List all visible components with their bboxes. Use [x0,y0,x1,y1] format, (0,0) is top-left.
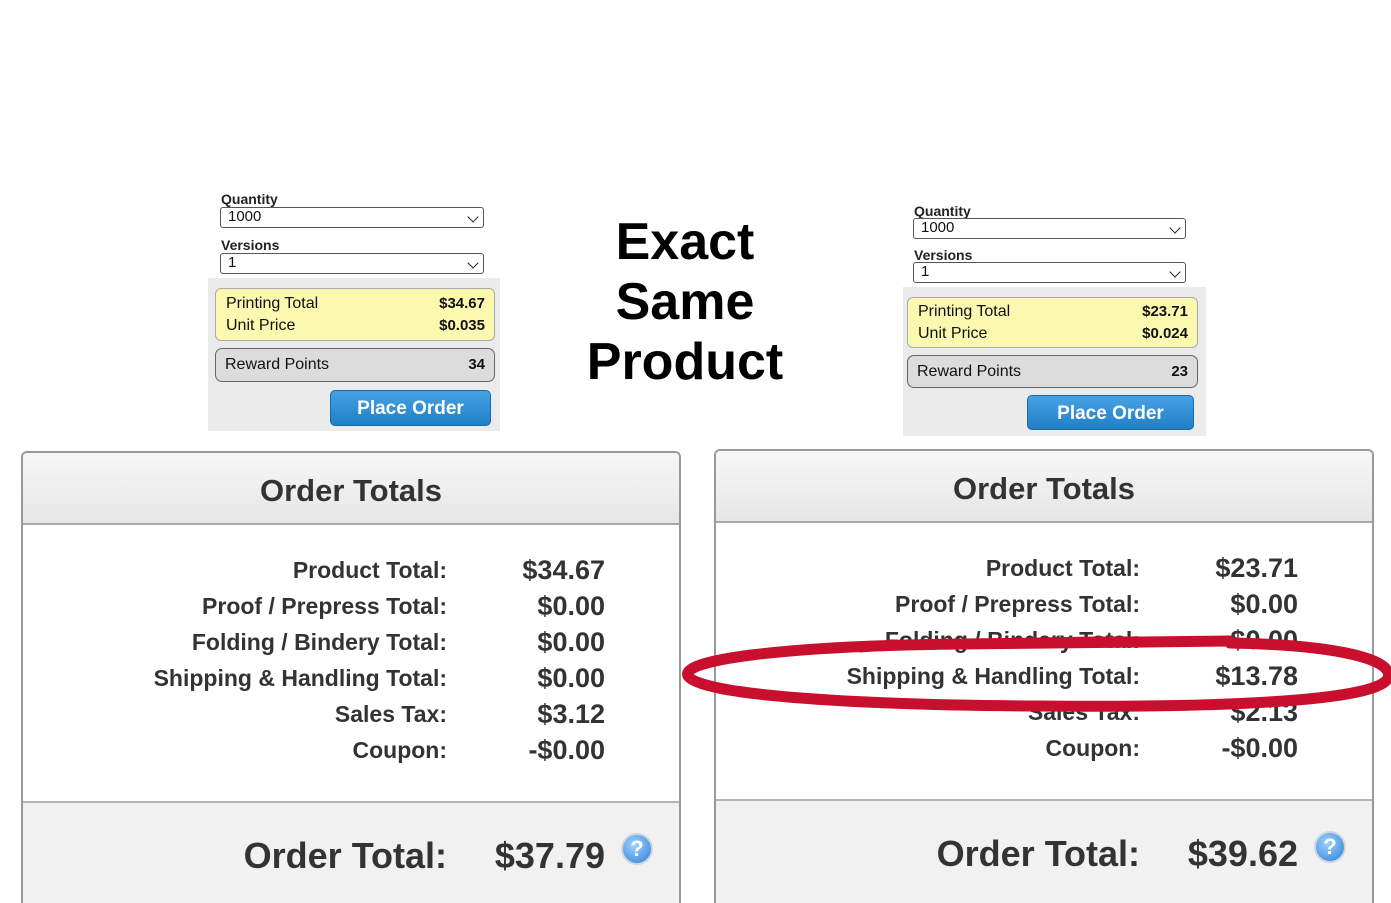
right-versions-select[interactable]: 1 [913,262,1186,283]
unit-price-value: $0.035 [439,317,485,334]
chevron-down-icon [1169,266,1181,278]
left-reward-points-box: Reward Points 34 [215,348,495,382]
left-versions-value: 1 [228,254,237,271]
coupon-label: Coupon: [1045,735,1140,761]
left-place-order-button[interactable]: Place Order [330,390,491,426]
left-order-totals-panel: Order Totals Product Total: $34.67 Proof… [21,451,681,903]
shipping-handling-total-line: Shipping & Handling Total: $0.00 [23,660,679,696]
printing-total-value: $34.67 [439,295,485,312]
shipping-handling-total-label: Shipping & Handling Total: [846,663,1140,689]
right-reward-points-box: Reward Points 23 [907,355,1198,388]
proof-prepress-total-value: $0.00 [537,591,605,621]
right-price-box: Printing Total $23.71 Unit Price $0.024 [907,297,1198,348]
chevron-down-icon [467,211,479,223]
chevron-down-icon [1169,222,1181,234]
left-versions-select[interactable]: 1 [220,253,484,274]
order-total-value: $37.79 [494,835,605,876]
proof-prepress-total-line: Proof / Prepress Total: $0.00 [23,588,679,624]
right-quantity-value: 1000 [921,219,955,236]
printing-total-label: Printing Total [226,295,319,312]
proof-prepress-total-label: Proof / Prepress Total: [895,591,1140,617]
right-order-totals-panel: Order Totals Product Total: $23.71 Proof… [714,449,1374,903]
left-quantity-value: 1000 [228,208,262,225]
order-totals-title: Order Totals [23,453,679,525]
shipping-handling-total-label: Shipping & Handling Total: [153,665,447,691]
product-total-value: $23.71 [1215,553,1298,583]
proof-prepress-total-line: Proof / Prepress Total: $0.00 [716,586,1372,622]
product-total-label: Product Total: [292,557,447,583]
order-total-value: $39.62 [1187,833,1298,874]
coupon-label: Coupon: [352,737,447,763]
reward-points-value: 23 [1171,363,1188,380]
right-place-order-button[interactable]: Place Order [1027,395,1194,430]
left-price-box: Printing Total $34.67 Unit Price $0.035 [215,288,495,341]
shipping-handling-total-line: Shipping & Handling Total: $13.78 [716,658,1372,694]
folding-bindery-total-label: Folding / Bindery Total: [191,629,447,655]
unit-price-label: Unit Price [226,317,296,334]
proof-prepress-total-label: Proof / Prepress Total: [202,593,447,619]
product-total-value: $34.67 [522,555,605,585]
right-quantity-label: Quantity [914,203,971,219]
order-total-footer: Order Total: $37.79 ? [23,801,679,903]
order-total-label: Order Total: [936,833,1140,874]
coupon-line: Coupon: -$0.00 [23,732,679,768]
shipping-handling-total-value: $0.00 [537,663,605,693]
order-totals-title: Order Totals [716,451,1372,523]
headline-line-3: Product [586,333,784,391]
reward-points-label: Reward Points [225,356,330,373]
unit-price-value: $0.024 [1142,325,1188,342]
sales-tax-value: $2.13 [1230,697,1298,727]
headline: Exact Same Product [560,212,810,392]
folding-bindery-total-label: Folding / Bindery Total: [884,627,1140,653]
coupon-value: -$0.00 [1221,733,1298,763]
reward-points-label: Reward Points [917,363,1022,380]
product-total-line: Product Total: $34.67 [23,552,679,588]
help-icon[interactable]: ? [621,833,653,865]
printing-total-label: Printing Total [918,303,1011,320]
sales-tax-label: Sales Tax: [334,701,447,727]
folding-bindery-total-line: Folding / Bindery Total: $0.00 [23,624,679,660]
coupon-line: Coupon: -$0.00 [716,730,1372,766]
help-icon[interactable]: ? [1314,831,1346,863]
sales-tax-value: $3.12 [537,699,605,729]
sales-tax-line: Sales Tax: $2.13 [716,694,1372,730]
reward-points-value: 34 [468,356,485,373]
right-versions-label: Versions [914,247,973,263]
printing-total-value: $23.71 [1142,303,1188,320]
headline-line-2: Same [615,273,755,331]
chevron-down-icon [467,257,479,269]
order-total-label: Order Total: [243,835,447,876]
product-total-label: Product Total: [985,555,1140,581]
order-total-footer: Order Total: $39.62 ? [716,799,1372,903]
coupon-value: -$0.00 [528,735,605,765]
shipping-handling-total-value: $13.78 [1215,661,1298,691]
proof-prepress-total-value: $0.00 [1230,589,1298,619]
left-quantity-select[interactable]: 1000 [220,207,484,228]
headline-line-1: Exact [615,213,755,271]
left-quantity-label: Quantity [221,191,278,207]
sales-tax-label: Sales Tax: [1027,699,1140,725]
sales-tax-line: Sales Tax: $3.12 [23,696,679,732]
right-versions-value: 1 [921,263,930,280]
folding-bindery-total-line: Folding / Bindery Total: $0.00 [716,622,1372,658]
folding-bindery-total-value: $0.00 [1230,625,1298,655]
folding-bindery-total-value: $0.00 [537,627,605,657]
product-total-line: Product Total: $23.71 [716,550,1372,586]
right-quantity-select[interactable]: 1000 [913,218,1186,239]
unit-price-label: Unit Price [918,325,988,342]
left-versions-label: Versions [221,237,280,253]
